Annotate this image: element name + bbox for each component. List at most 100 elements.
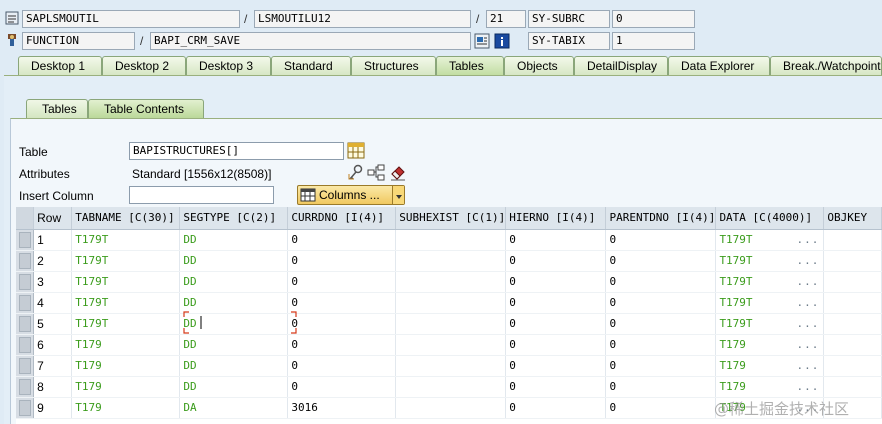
cell-objkey[interactable] (823, 313, 882, 335)
cell-hierno[interactable]: 0 (505, 355, 607, 377)
cell-segtype[interactable]: DD (179, 376, 289, 398)
cell-segtype[interactable]: DD (179, 271, 289, 293)
key-icon[interactable] (347, 164, 364, 184)
cell-tabname[interactable]: T179 (71, 355, 181, 377)
cell-segtype[interactable]: DD (179, 355, 289, 377)
cell-subhexist[interactable] (395, 334, 507, 356)
cell-objkey[interactable] (823, 250, 882, 272)
line-field[interactable]: 21 (486, 10, 526, 28)
cell-currdno[interactable]: 0 (287, 313, 397, 335)
row-selector[interactable] (16, 376, 35, 398)
tab-desktop-1[interactable]: Desktop 1 (18, 56, 102, 76)
column-header-segtype[interactable]: SEGTYPE [C(2)] (179, 207, 289, 230)
tab-standard[interactable]: Standard (271, 56, 351, 76)
tab-break-watchpoint[interactable]: Break./Watchpoint (770, 56, 882, 76)
cell-parentdno[interactable]: 0 (605, 250, 717, 272)
tab-structures[interactable]: Structures (351, 56, 436, 76)
cell-objkey[interactable] (823, 334, 882, 356)
eraser-icon[interactable] (389, 164, 407, 184)
table-row[interactable]: 6 T179 DD 0 0 0 T179... (16, 334, 882, 356)
cell-ellipsis[interactable]: ... (797, 380, 823, 393)
cell-parentdno[interactable]: 0 (605, 376, 717, 398)
cell-data[interactable]: T179T... (715, 271, 825, 293)
cell-hierno[interactable]: 0 (505, 376, 607, 398)
cell-tabname[interactable]: T179T (71, 292, 181, 314)
table-row[interactable]: 3 T179T DD 0 0 0 T179T... (16, 271, 882, 293)
cell-currdno[interactable]: 0 (287, 376, 397, 398)
table-input[interactable]: BAPISTRUCTURES[] (129, 142, 344, 160)
cell-currdno[interactable]: 0 (287, 271, 397, 293)
table-row[interactable]: 7 T179 DD 0 0 0 T179... (16, 355, 882, 377)
row-selector[interactable] (16, 313, 35, 335)
cell-data[interactable]: T179... (715, 355, 825, 377)
column-header-data[interactable]: DATA [C(4000)] (715, 207, 825, 230)
cell-segtype[interactable]: DD (179, 334, 289, 356)
cell-objkey[interactable] (823, 292, 882, 314)
cell-parentdno[interactable]: 0 (605, 271, 717, 293)
table-row[interactable]: 1 T179T DD 0 0 0 T179T... (16, 229, 882, 251)
cell-hierno[interactable]: 0 (505, 334, 607, 356)
cell-tabname[interactable]: T179T (71, 313, 181, 335)
cell-segtype[interactable]: DD (179, 229, 289, 251)
column-header-hierno[interactable]: HIERNO [I(4)] (505, 207, 607, 230)
column-header-row[interactable]: Row (33, 207, 73, 230)
cell-tabname[interactable]: T179T (71, 229, 181, 251)
cell-hierno[interactable]: 0 (505, 292, 607, 314)
cell-objkey[interactable] (823, 229, 882, 251)
cell-currdno[interactable]: 0 (287, 250, 397, 272)
cell-ellipsis[interactable]: ... (797, 296, 823, 309)
structure-icon[interactable] (367, 164, 385, 184)
insert-column-input[interactable] (129, 186, 274, 204)
table-icon[interactable] (347, 142, 365, 162)
column-header-currdno[interactable]: CURRDNO [I(4)] (287, 207, 397, 230)
column-header-objkey[interactable]: OBJKEY (823, 207, 882, 230)
cell-ellipsis[interactable]: ... (797, 233, 823, 246)
info-icon[interactable] (494, 33, 510, 52)
cell-data[interactable]: T179... (715, 376, 825, 398)
select-all-corner[interactable] (16, 207, 35, 230)
cell-currdno[interactable]: 0 (287, 229, 397, 251)
cell-objkey[interactable] (823, 355, 882, 377)
cell-data[interactable]: T179T... (715, 292, 825, 314)
cell-parentdno[interactable]: 0 (605, 355, 717, 377)
table-row[interactable]: 5 T179T DD 0 0 0 T179T... (16, 313, 882, 335)
cell-ellipsis[interactable]: ... (797, 338, 823, 351)
column-header-subhexist[interactable]: SUBHEXIST [C(1)] (395, 207, 507, 230)
cell-hierno[interactable]: 0 (505, 313, 607, 335)
tab-desktop-3[interactable]: Desktop 3 (186, 56, 271, 76)
row-selector[interactable] (16, 292, 35, 314)
cell-subhexist[interactable] (395, 355, 507, 377)
cell-subhexist[interactable] (395, 376, 507, 398)
tab-objects[interactable]: Objects (504, 56, 574, 76)
cell-tabname[interactable]: T179T (71, 250, 181, 272)
cell-ellipsis[interactable]: ... (797, 317, 823, 330)
cell-data[interactable]: T179T... (715, 229, 825, 251)
subtab-tables[interactable]: Tables (26, 99, 88, 119)
cell-segtype[interactable]: DD (179, 292, 289, 314)
tab-data-explorer[interactable]: Data Explorer (668, 56, 770, 76)
cell-ellipsis[interactable]: ... (797, 275, 823, 288)
row-selector[interactable] (16, 355, 35, 377)
cell-data[interactable]: T179... (715, 334, 825, 356)
cell-parentdno[interactable]: 0 (605, 292, 717, 314)
cell-tabname[interactable]: T179 (71, 334, 181, 356)
subtab-table-contents[interactable]: Table Contents (88, 99, 204, 119)
program-field[interactable]: SAPLSMOUTIL (22, 10, 240, 28)
table-row[interactable]: 4 T179T DD 0 0 0 T179T... (16, 292, 882, 314)
cell-currdno[interactable]: 0 (287, 334, 397, 356)
cell-ellipsis[interactable]: ... (797, 254, 823, 267)
cell-hierno[interactable]: 0 (505, 397, 607, 419)
cell-parentdno[interactable]: 0 (605, 334, 717, 356)
cell-segtype[interactable]: DD (179, 250, 289, 272)
cell-tabname[interactable]: T179 (71, 397, 181, 419)
tab-tables[interactable]: Tables (436, 56, 504, 76)
row-selector[interactable] (16, 250, 35, 272)
cell-currdno[interactable]: 0 (287, 292, 397, 314)
column-header-parentdno[interactable]: PARENTDNO [I(4)] (605, 207, 717, 230)
cell-parentdno[interactable]: 0 (605, 229, 717, 251)
tab-detaildisplay[interactable]: DetailDisplay (574, 56, 668, 76)
function-name-field[interactable]: BAPI_CRM_SAVE (150, 32, 471, 50)
cell-subhexist[interactable] (395, 229, 507, 251)
cell-hierno[interactable]: 0 (505, 250, 607, 272)
type-field[interactable]: FUNCTION (22, 32, 135, 50)
